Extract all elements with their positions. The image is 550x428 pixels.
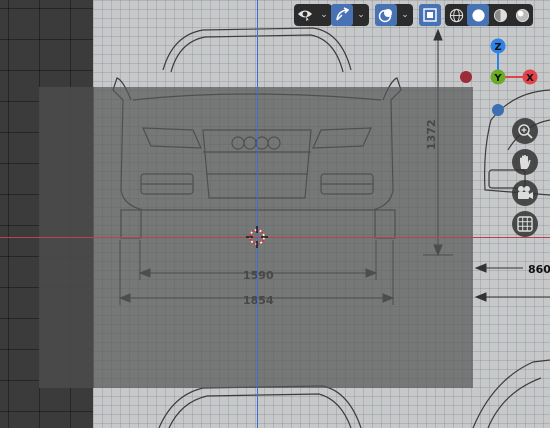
neg-y-axis-handle[interactable] (492, 104, 504, 116)
camera-view-tool[interactable] (512, 180, 538, 206)
grid-icon (517, 216, 533, 232)
gizmo-group: ⌄ (331, 4, 369, 26)
navigation-gizmo[interactable]: Z Y X (452, 30, 550, 130)
zoom-tool[interactable] (512, 118, 538, 144)
neg-x-axis-handle[interactable] (460, 71, 472, 83)
rendered-sphere-icon[interactable] (511, 4, 533, 26)
xray-group (419, 4, 441, 26)
3d-viewport[interactable]: 1372 1590 1854 860 ⌄ ⌄ ⌄ (0, 0, 550, 428)
visibility-group: ⌄ (294, 4, 332, 26)
chevron-down-icon[interactable]: ⌄ (397, 4, 413, 26)
material-sphere-icon[interactable] (489, 4, 511, 26)
chevron-down-icon[interactable]: ⌄ (316, 4, 332, 26)
overlays-group: ⌄ (375, 4, 413, 26)
gizmo-arrow-icon[interactable] (331, 4, 353, 26)
3d-cursor-icon[interactable] (246, 226, 268, 248)
chevron-down-icon[interactable]: ⌄ (353, 4, 369, 26)
camera-icon (518, 186, 533, 199)
magnifier-plus-icon (518, 124, 533, 139)
hand-icon (520, 155, 531, 169)
y-axis-line (257, 0, 258, 428)
xray-square-icon[interactable] (419, 4, 441, 26)
pan-tool[interactable] (512, 149, 538, 175)
y-axis-label: Y (493, 73, 502, 84)
toggle-ortho-tool[interactable] (512, 211, 538, 237)
x-axis-line (0, 237, 550, 238)
solid-sphere-icon[interactable] (467, 4, 489, 26)
wireframe-sphere-icon[interactable] (445, 4, 467, 26)
x-axis-label: X (526, 73, 534, 84)
z-axis-label: Z (494, 42, 501, 53)
overlay-circles-icon[interactable] (375, 4, 397, 26)
eye-cursor-icon[interactable] (294, 4, 316, 26)
shading-group (445, 4, 533, 26)
